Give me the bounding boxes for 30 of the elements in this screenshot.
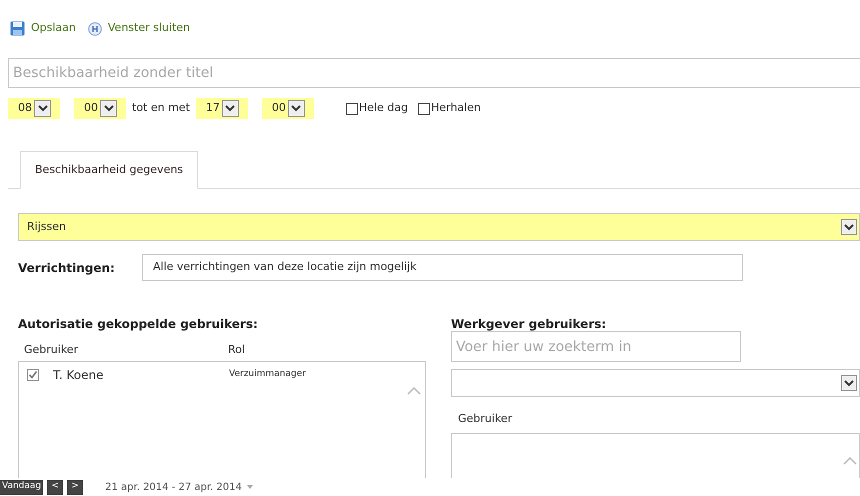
time-select[interactable]: 00 xyxy=(262,98,314,119)
field-label: Verrichtingen: xyxy=(18,260,116,276)
tab[interactable]: Beschikbaarheid gegevens xyxy=(20,151,198,189)
column-header: Rol xyxy=(228,342,245,358)
checkbox[interactable] xyxy=(27,369,39,381)
date-range: 21 apr. 2014 - 27 apr. 2014 xyxy=(105,480,242,494)
circle-icon xyxy=(88,22,102,36)
separator-label: tot en met xyxy=(132,100,190,116)
section-title: Werkgever gebruikers: xyxy=(451,316,608,333)
column-header: Gebruiker xyxy=(458,411,512,427)
location-select[interactable]: Rijssen xyxy=(18,213,860,241)
next-button[interactable]: > xyxy=(67,480,84,494)
previous-button[interactable]: < xyxy=(47,480,64,494)
section-title: Autorisatie gekoppelde gebruikers: xyxy=(18,316,259,333)
search-field[interactable]: Voer hier uw zoekterm in xyxy=(451,331,741,362)
checkbox[interactable] xyxy=(346,102,358,114)
verrichtingen-field[interactable]: Alle verrichtingen van deze locatie zijn mogelijk xyxy=(142,254,743,281)
time-select[interactable]: 08 xyxy=(8,98,60,119)
role-label: Verzuimmanager xyxy=(229,368,306,382)
checkbox-label: Hele dag xyxy=(358,100,408,116)
checkbox[interactable] xyxy=(418,102,430,114)
today-button[interactable]: Vandaag xyxy=(0,480,44,494)
column-header: Gebruiker xyxy=(24,342,80,358)
save-button[interactable]: Opslaan xyxy=(10,20,76,37)
time-select[interactable]: 17 xyxy=(196,98,248,119)
user-name: T. Koene xyxy=(53,367,105,384)
close-window-button[interactable]: Venster sluiten xyxy=(88,20,190,37)
title-field[interactable]: Beschikbaarheid zonder titel xyxy=(8,58,860,88)
checkbox-label: Herhalen xyxy=(430,100,481,116)
time-select[interactable]: 00 xyxy=(74,98,126,119)
